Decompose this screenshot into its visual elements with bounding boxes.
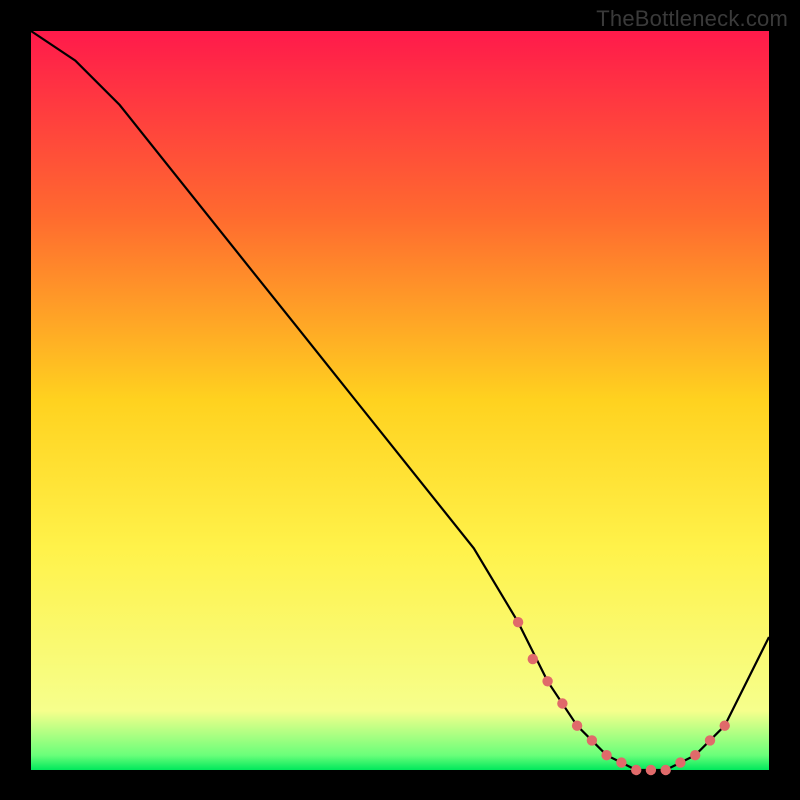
chart-svg xyxy=(0,0,800,800)
highlight-dot xyxy=(557,698,567,708)
chart-container: TheBottleneck.com xyxy=(0,0,800,800)
highlight-dot xyxy=(601,750,611,760)
highlight-dot xyxy=(661,765,671,775)
highlight-dot xyxy=(720,721,730,731)
highlight-dot xyxy=(572,721,582,731)
plot-background xyxy=(31,31,769,770)
highlight-dot xyxy=(542,676,552,686)
watermark-text: TheBottleneck.com xyxy=(596,6,788,32)
highlight-dot xyxy=(675,757,685,767)
highlight-dot xyxy=(705,735,715,745)
highlight-dot xyxy=(616,757,626,767)
highlight-dot xyxy=(646,765,656,775)
highlight-dot xyxy=(528,654,538,664)
highlight-dot xyxy=(587,735,597,745)
highlight-dot xyxy=(513,617,523,627)
highlight-dot xyxy=(631,765,641,775)
highlight-dot xyxy=(690,750,700,760)
